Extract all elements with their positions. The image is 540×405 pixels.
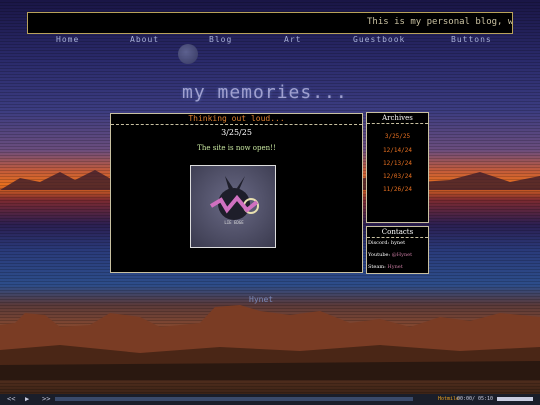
archive-link[interactable]: 12/13/24 — [367, 160, 428, 167]
progress-track[interactable] — [55, 397, 413, 401]
contact-value: hynet — [390, 240, 406, 246]
post-date: 3/25/25 — [221, 128, 252, 137]
contact-steam: Steam: Hynet — [368, 264, 403, 270]
elapsed-time: 00:00 — [457, 396, 473, 402]
contact-label: Discord: — [368, 240, 390, 246]
character-art-icon — [209, 176, 259, 220]
signature: Hynet — [249, 295, 274, 304]
nav-guestbook[interactable]: Guestbook — [353, 35, 405, 44]
nav-home[interactable]: Home — [56, 35, 79, 44]
marquee-banner: This is my personal blog, where I w — [27, 12, 513, 34]
archive-link[interactable]: 12/03/24 — [367, 173, 428, 180]
play-button[interactable]: ▶ — [25, 395, 29, 403]
duration-time: 05:10 — [478, 396, 494, 402]
archive-link[interactable]: 3/25/25 — [367, 133, 428, 140]
top-nav: Home About Blog Art Guestbook Buttons — [0, 35, 540, 47]
moon-icon — [178, 44, 198, 64]
post-header: Thinking out loud... — [111, 114, 362, 125]
marquee-text: This is my personal blog, where I w — [367, 17, 513, 27]
time-separator: / — [472, 396, 476, 402]
post-image[interactable]: LIE EDGE — [190, 165, 276, 248]
blog-post-panel: Thinking out loud... 3/25/25 The site is… — [110, 113, 363, 273]
contact-value[interactable]: @Hynet — [392, 252, 412, 258]
site-title: my memories... — [182, 82, 348, 103]
volume-slider[interactable] — [497, 397, 533, 401]
post-text: The site is now open!! — [197, 144, 276, 152]
music-player: << ▶ >> Hotmile 00:00 / 05:10 — [0, 394, 540, 405]
nav-blog[interactable]: Blog — [209, 35, 232, 44]
nav-art[interactable]: Art — [284, 35, 301, 44]
image-caption: LIE EDGE — [224, 220, 244, 225]
contact-youtube: Youtube: @Hynet — [368, 252, 412, 258]
contact-value[interactable]: Hynet — [387, 264, 402, 270]
archive-link[interactable]: 11/26/24 — [367, 186, 428, 193]
contact-label: Youtube: — [368, 252, 391, 258]
contact-discord: Discord: hynet — [368, 240, 405, 246]
archives-title: Archives — [367, 113, 428, 124]
next-button[interactable]: >> — [42, 395, 50, 403]
contacts-title: Contacts — [367, 227, 428, 238]
contacts-panel: Contacts Discord: hynet Youtube: @Hynet … — [366, 226, 429, 274]
contact-label: Steam: — [368, 264, 386, 270]
nav-about[interactable]: About — [130, 35, 159, 44]
rock-formations — [0, 305, 540, 380]
nav-buttons[interactable]: Buttons — [451, 35, 492, 44]
prev-button[interactable]: << — [7, 395, 15, 403]
song-title: Hotmile — [438, 396, 460, 402]
archive-link[interactable]: 12/14/24 — [367, 147, 428, 154]
archives-panel: Archives 3/25/25 12/14/24 12/13/24 12/03… — [366, 112, 429, 223]
